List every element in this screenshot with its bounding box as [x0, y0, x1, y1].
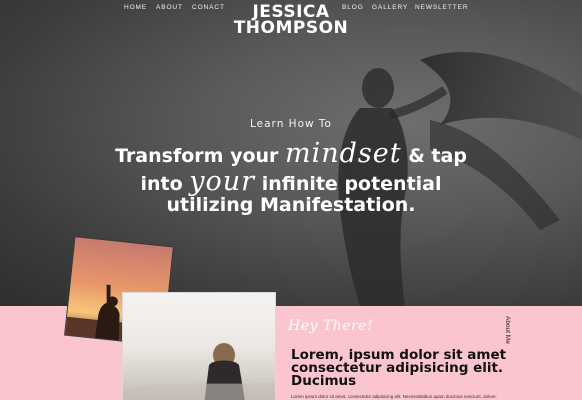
hero-script-word: mindset: [285, 138, 402, 169]
hero-headline-line1: Transform your mindset & tap: [0, 138, 582, 169]
greeting-script: Hey There!: [288, 318, 374, 334]
hero-script-word: your: [189, 166, 256, 197]
about-me-side-label: About Me: [504, 316, 511, 344]
nav-blog-link[interactable]: BLOG: [342, 4, 364, 11]
woman-back-silhouette: [123, 343, 275, 400]
hero-headline-line3: utilizing Manifestation.: [166, 194, 416, 216]
hero-headline-line2: into your infinite potential: [0, 166, 582, 197]
nav-home-link[interactable]: HOME: [124, 4, 147, 11]
hero-text: infinite potential: [255, 173, 442, 195]
hero-text: into: [140, 173, 190, 195]
nav-gallery-link[interactable]: GALLERY: [372, 4, 408, 11]
hero-kicker: Learn How To: [250, 118, 332, 130]
hero-text: Transform your: [115, 145, 286, 167]
about-heading: Lorem, ipsum dolor sit amet consectetur …: [291, 347, 507, 389]
nav-newsletter-link[interactable]: NEWSLETTER: [415, 4, 468, 11]
about-body-text: Lorem ipsum dolor sit amet, consectetur …: [291, 394, 497, 399]
nav-about-link[interactable]: ABOUT: [156, 4, 183, 11]
hero-text: & tap: [401, 145, 467, 167]
brand-last-name: THOMPSON: [233, 18, 349, 38]
woman-photo: [122, 292, 276, 400]
top-navigation: HOME ABOUT CONACT JESSICA THOMPSON BLOG …: [0, 4, 582, 37]
